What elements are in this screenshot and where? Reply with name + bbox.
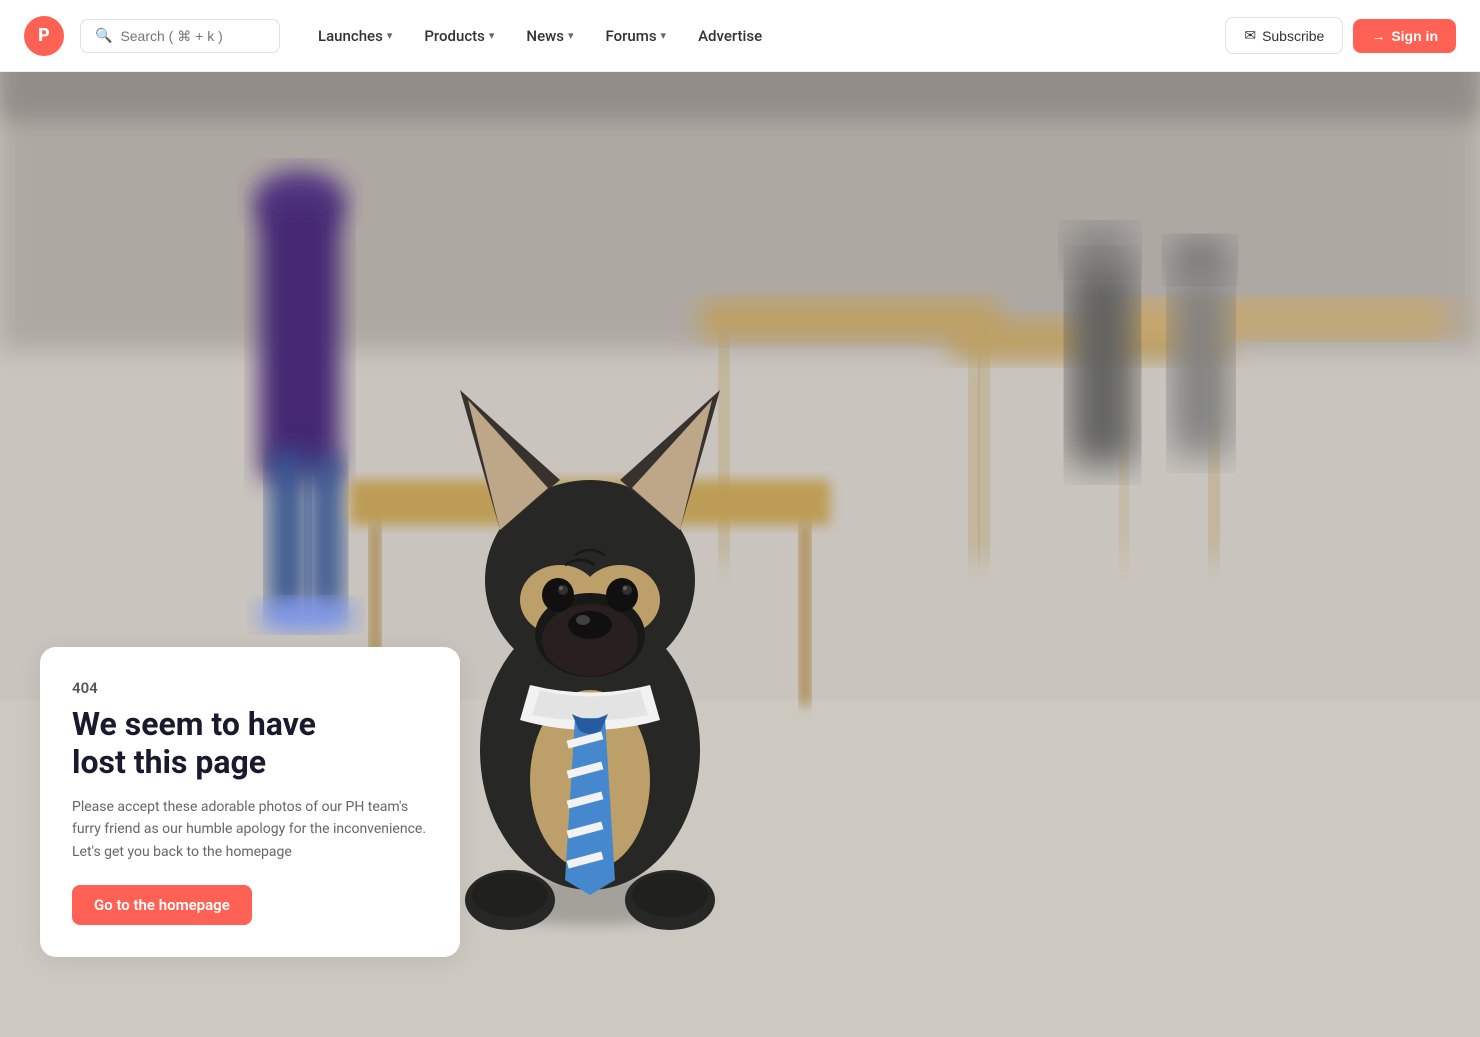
search-input[interactable] [120,28,265,44]
chevron-down-icon: ▾ [568,29,574,42]
error-description: Please accept these adorable photos of o… [72,796,428,863]
signin-button[interactable]: → Sign in [1353,19,1456,53]
search-icon: 🔍 [95,28,112,44]
signin-icon: → [1371,28,1385,44]
go-to-homepage-button[interactable]: Go to the homepage [72,885,252,925]
nav-links: Launches ▾ Products ▾ News ▾ Forums ▾ Ad… [304,19,1217,53]
nav-actions: ✉ Subscribe → Sign in [1225,17,1456,54]
chevron-down-icon: ▾ [661,29,667,42]
subscribe-button[interactable]: ✉ Subscribe [1225,17,1343,54]
error-title: We seem to have lost this page [72,705,428,782]
nav-item-advertise[interactable]: Advertise [684,19,776,53]
logo-wrap[interactable]: P [24,16,64,56]
nav-item-launches[interactable]: Launches ▾ [304,19,406,53]
error-card: 404 We seem to have lost this page Pleas… [40,647,460,957]
nav-item-forums[interactable]: Forums ▾ [591,19,680,53]
nav-item-products[interactable]: Products ▾ [410,19,508,53]
chevron-down-icon: ▾ [387,29,393,42]
logo-icon[interactable]: P [24,16,64,56]
navbar: P 🔍 Launches ▾ Products ▾ News ▾ Forums … [0,0,1480,72]
search-box[interactable]: 🔍 [80,19,280,53]
error-code: 404 [72,679,428,697]
chevron-down-icon: ▾ [489,29,495,42]
subscribe-icon: ✉ [1244,27,1256,44]
nav-item-news[interactable]: News ▾ [512,19,587,53]
